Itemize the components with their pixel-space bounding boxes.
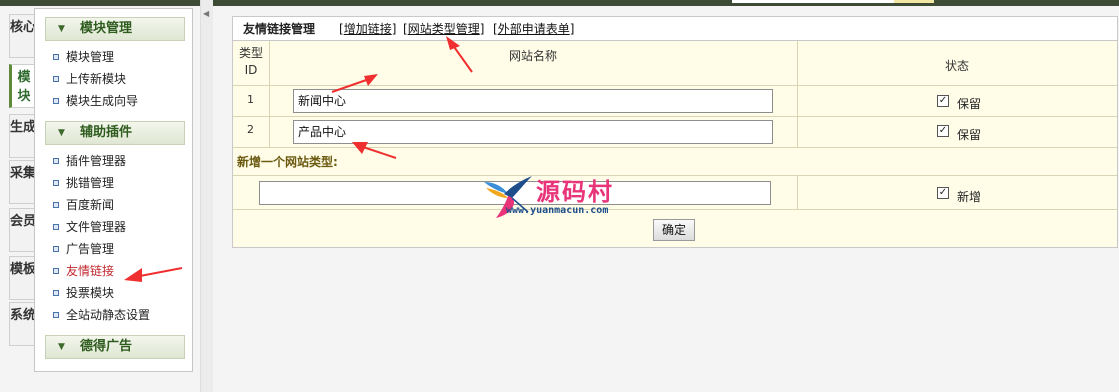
top-search-input[interactable]	[732, 0, 894, 3]
triangle-down-icon: ▼	[58, 342, 65, 352]
watermark-brand: 源码村	[536, 177, 614, 206]
link-add-link[interactable]: [增加链接]	[339, 17, 396, 41]
sidebar: ▼ 模块管理 模块管理 上传新模块 模块生成向导 ▼ 辅助插件 插件管理器 挑错…	[34, 8, 193, 372]
tab-system[interactable]: 系统	[9, 302, 36, 346]
nav-item-upload-module[interactable]: 上传新模块	[53, 69, 126, 89]
nav-item-plugin-manager[interactable]: 插件管理器	[53, 151, 126, 171]
row-1-keep-label: 保留	[957, 97, 982, 111]
main-panel: 友情链接管理 [增加链接] [网站类型管理] [外部申请表单] 类型ID 网站名…	[232, 16, 1118, 248]
tab-collect[interactable]: 采集	[9, 160, 36, 204]
nav-item-static-settings[interactable]: 全站动静态设置	[53, 305, 150, 325]
new-type-add-checkbox[interactable]: ✓	[937, 187, 949, 199]
watermark: 源码村 www.yuanmacun.com	[482, 172, 642, 220]
tab-member[interactable]: 会员	[9, 208, 36, 252]
nav-item-vote-module[interactable]: 投票模块	[53, 283, 114, 303]
bullet-icon	[53, 53, 59, 60]
nav-item-friend-links[interactable]: 友情链接	[53, 261, 114, 281]
row-2-id: 2	[247, 123, 254, 136]
grid-divider	[233, 209, 1117, 210]
triangle-down-icon: ▼	[58, 128, 65, 138]
row-2-name-input[interactable]: 产品中心	[293, 120, 773, 144]
bullet-icon	[53, 223, 59, 230]
grid-divider	[233, 175, 1117, 176]
tab-core[interactable]: 核心	[9, 14, 36, 58]
new-type-label: 新增一个网站类型:	[237, 155, 338, 169]
row-2-keep-checkbox[interactable]: ✓	[937, 125, 949, 137]
scroll-up-arrow-icon[interactable]: ◀	[203, 9, 209, 18]
sidebar-scrollbar[interactable]: ◀	[200, 0, 213, 392]
tab-template[interactable]: 模板	[9, 256, 36, 300]
confirm-button[interactable]: 确定	[653, 219, 695, 241]
nav-item-file-manager[interactable]: 文件管理器	[53, 217, 126, 237]
link-site-type-management[interactable]: [网站类型管理]	[403, 17, 484, 41]
title-bar: 友情链接管理 [增加链接] [网站类型管理] [外部申请表单]	[233, 17, 1117, 41]
link-external-apply-form[interactable]: [外部申请表单]	[493, 17, 574, 41]
row-1-id: 1	[247, 93, 254, 106]
triangle-down-icon: ▼	[58, 24, 65, 34]
row-1-keep-checkbox[interactable]: ✓	[937, 95, 949, 107]
header-status: 状态	[944, 59, 969, 73]
header-site-name: 网站名称	[508, 49, 557, 63]
grid-divider	[797, 175, 798, 209]
bullet-icon	[53, 289, 59, 296]
nav-item-error-management[interactable]: 挑错管理	[53, 173, 114, 193]
nav-item-baidu-news[interactable]: 百度新闻	[53, 195, 114, 215]
bullet-icon	[53, 245, 59, 252]
header-type-id: 类型ID	[238, 46, 263, 77]
grid-divider	[233, 147, 1117, 148]
new-type-add-label: 新增	[957, 190, 982, 204]
section-helper-plugins[interactable]: ▼ 辅助插件	[45, 121, 185, 145]
top-search-button[interactable]	[894, 0, 934, 3]
watermark-url: www.yuanmacun.com	[506, 205, 609, 216]
section-dede-ads[interactable]: ▼ 德得广告	[45, 335, 185, 359]
nav-item-module-management[interactable]: 模块管理	[53, 47, 114, 67]
nav-item-ad-management[interactable]: 广告管理	[53, 239, 114, 259]
bullet-icon	[53, 97, 59, 104]
bullet-icon	[53, 75, 59, 82]
bullet-icon	[53, 267, 59, 274]
bullet-icon	[53, 179, 59, 186]
nav-item-module-wizard[interactable]: 模块生成向导	[53, 91, 138, 111]
tab-generate[interactable]: 生成	[9, 114, 36, 158]
tab-module[interactable]: 模块	[9, 64, 36, 108]
grid-divider	[233, 85, 1117, 86]
top-bar	[0, 0, 1119, 6]
row-2-keep-label: 保留	[957, 128, 982, 142]
row-1-name-input[interactable]: 新闻中心	[293, 89, 773, 113]
bullet-icon	[53, 201, 59, 208]
section-module-management[interactable]: ▼ 模块管理	[45, 17, 185, 41]
grid-divider	[233, 116, 1117, 117]
bullet-icon	[53, 157, 59, 164]
bullet-icon	[53, 311, 59, 318]
page-title: 友情链接管理	[243, 22, 316, 36]
